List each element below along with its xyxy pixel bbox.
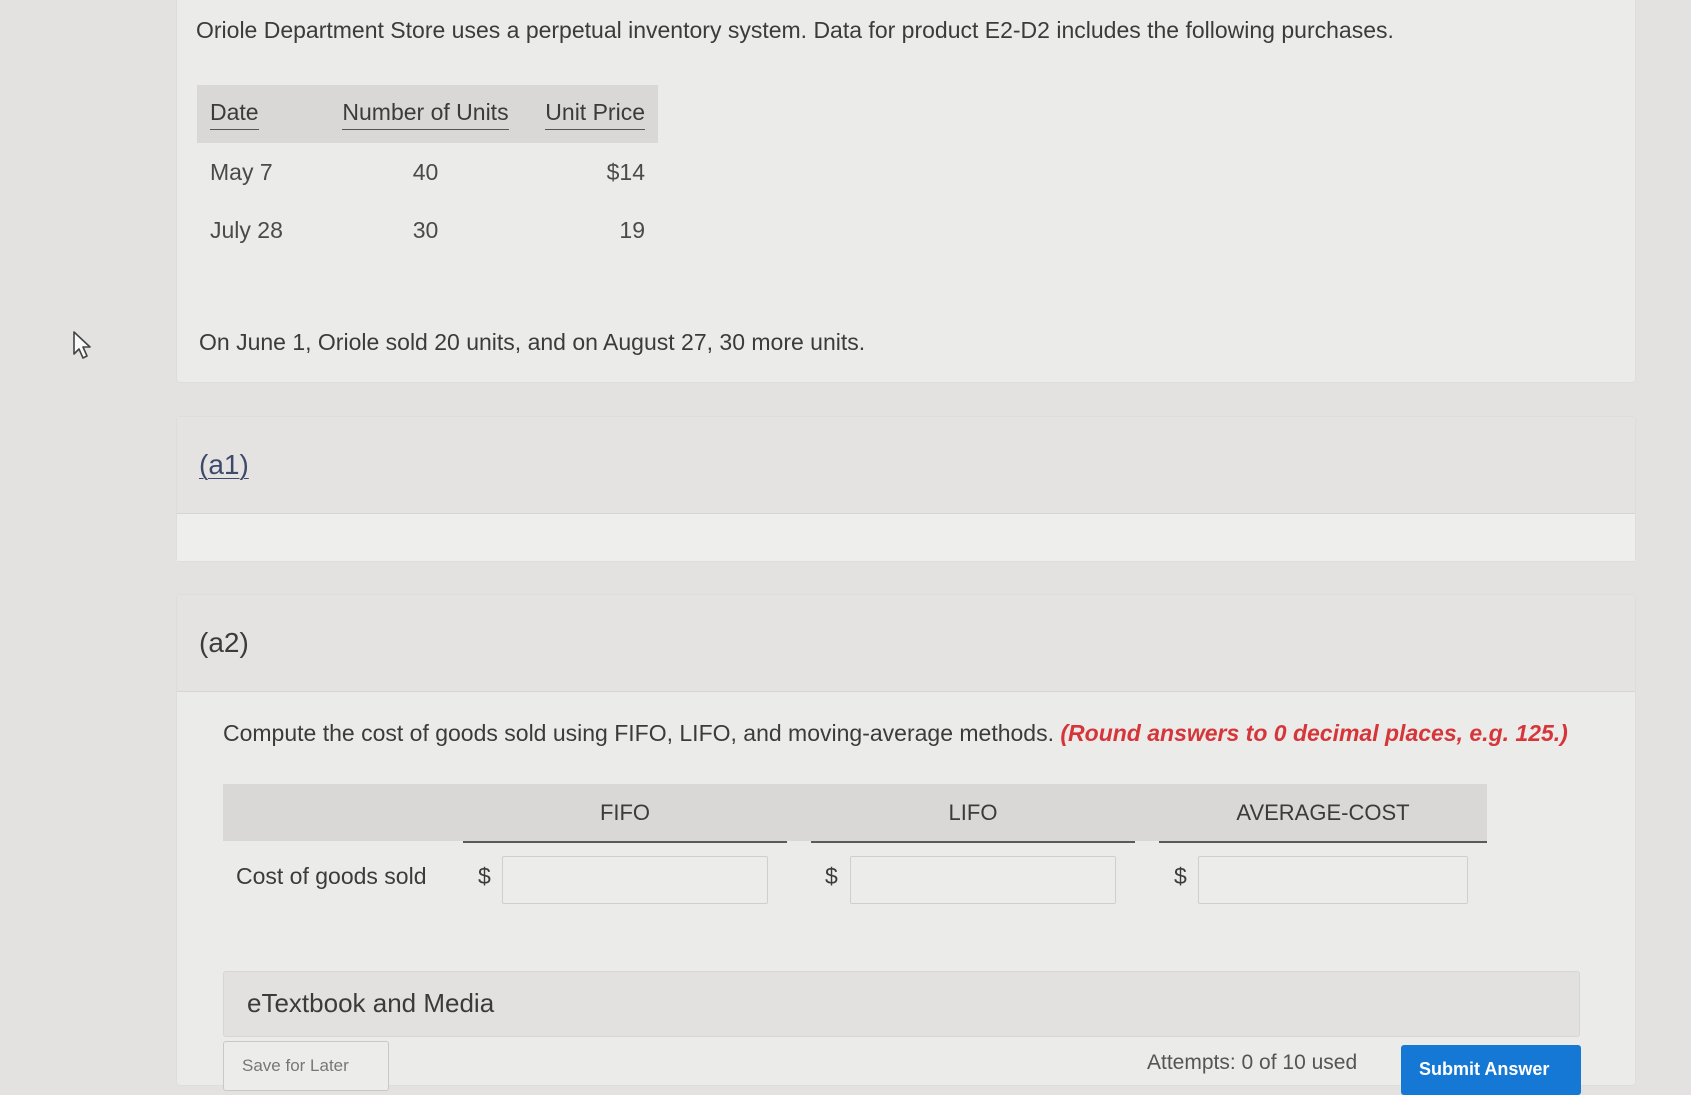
- header-price: Unit Price: [524, 85, 658, 143]
- cell-price: 19: [619, 216, 645, 243]
- cell-units: 30: [412, 216, 439, 243]
- section-a1-body: [177, 514, 1635, 561]
- problem-card: Oriole Department Store uses a perpetual…: [176, 0, 1636, 383]
- section-a2: (a2) Compute the cost of goods sold usin…: [176, 594, 1636, 1095]
- question-text: Compute the cost of goods sold using FIF…: [223, 720, 1568, 747]
- cell-date: July 28: [210, 216, 283, 243]
- column-lifo: LIFO: [811, 784, 1135, 843]
- section-a2-header: (a2): [177, 595, 1635, 692]
- cogs-row-label: Cost of goods sold: [236, 863, 427, 889]
- header-units: Number of Units: [327, 85, 524, 143]
- lifo-cogs-input[interactable]: [850, 856, 1116, 904]
- submit-answer-button[interactable]: Submit Answer: [1401, 1045, 1581, 1095]
- attempts-counter: Attempts: 0 of 10 used: [1147, 1051, 1358, 1074]
- rounding-note: (Round answers to 0 decimal places, e.g.…: [1060, 720, 1568, 746]
- question-main: Compute the cost of goods sold using FIF…: [223, 720, 1054, 746]
- section-a1-header[interactable]: (a1): [177, 417, 1635, 514]
- etextbook-media-bar[interactable]: eTextbook and Media: [223, 971, 1580, 1037]
- currency-symbol: $: [478, 863, 491, 889]
- cell-units: 40: [412, 158, 439, 185]
- section-a1-link[interactable]: (a1): [199, 449, 249, 481]
- section-a2-label: (a2): [199, 627, 249, 658]
- table-row: May 7 40 $14: [197, 143, 658, 201]
- currency-symbol: $: [825, 863, 838, 889]
- answer-table-header: FIFO LIFO AVERAGE-COST: [223, 784, 1487, 843]
- problem-intro: Oriole Department Store uses a perpetual…: [196, 17, 1394, 43]
- currency-symbol: $: [1174, 863, 1187, 889]
- etextbook-media-label: eTextbook and Media: [247, 988, 495, 1018]
- cell-date: May 7: [210, 158, 273, 185]
- table-header-row: Date Number of Units Unit Price: [197, 85, 658, 143]
- header-date: Date: [197, 85, 327, 143]
- sales-info: On June 1, Oriole sold 20 units, and on …: [199, 329, 866, 355]
- column-average-cost: AVERAGE-COST: [1159, 784, 1487, 843]
- save-for-later-button[interactable]: Save for Later: [223, 1041, 389, 1091]
- table-row: July 28 30 19: [197, 201, 658, 259]
- purchases-table: Date Number of Units Unit Price May 7 40…: [197, 85, 658, 259]
- average-cost-cogs-input[interactable]: [1198, 856, 1468, 904]
- mouse-pointer-icon: [73, 331, 91, 359]
- column-fifo: FIFO: [463, 784, 787, 843]
- fifo-cogs-input[interactable]: [502, 856, 768, 904]
- section-a1: (a1): [176, 416, 1636, 562]
- cell-price: $14: [606, 158, 645, 185]
